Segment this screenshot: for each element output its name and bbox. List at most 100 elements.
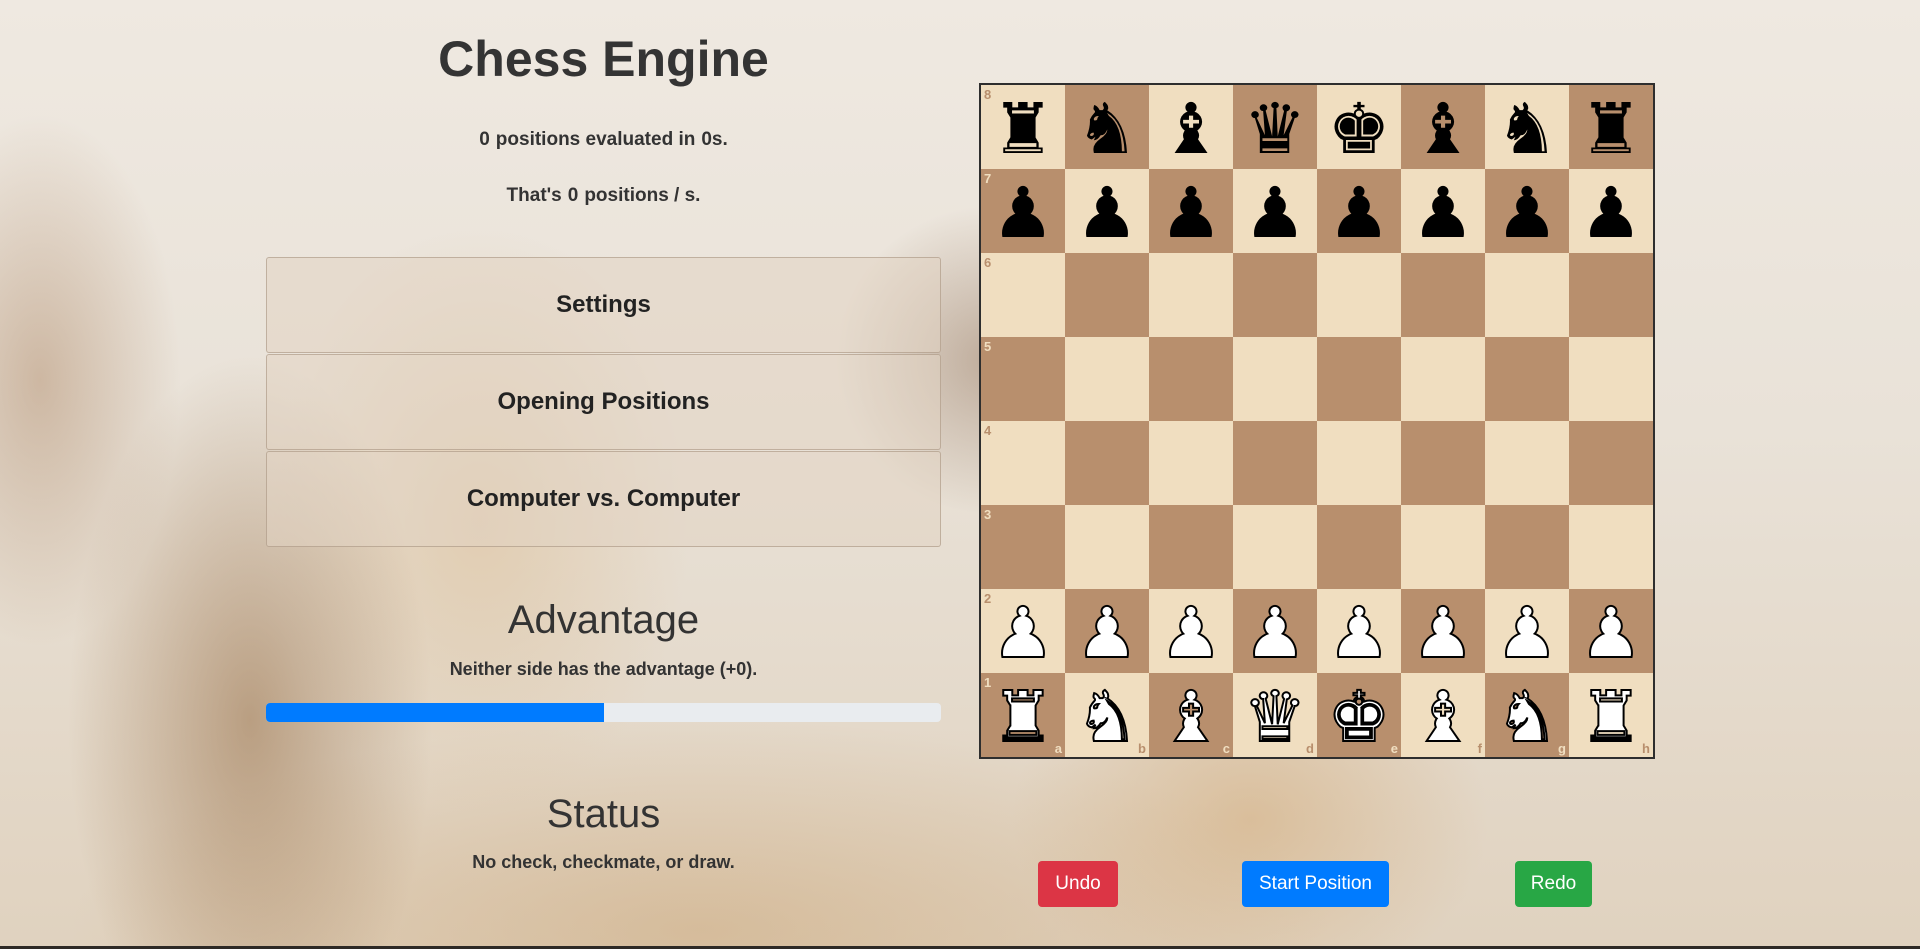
square-e6[interactable] [1317,253,1401,337]
white-pawn-piece[interactable]: ♟ [1411,597,1476,669]
square-h2[interactable]: ♟ [1569,589,1653,673]
square-f1[interactable]: f ♝ [1401,673,1485,757]
black-pawn-piece[interactable]: ♟ [1496,178,1559,248]
white-rook-piece[interactable]: ♜ [1579,681,1644,753]
computer-vs-computer-accordion-header[interactable]: Computer vs. Computer [266,451,941,547]
white-pawn-piece[interactable]: ♟ [991,597,1056,669]
square-h1[interactable]: h ♜ [1569,673,1653,757]
square-h7[interactable]: ♟ [1569,169,1653,253]
black-knight-piece[interactable]: ♞ [1076,94,1139,164]
white-pawn-piece[interactable]: ♟ [1495,597,1560,669]
square-g6[interactable] [1485,253,1569,337]
square-e2[interactable]: ♟ [1317,589,1401,673]
redo-button[interactable]: Redo [1515,861,1592,907]
square-c3[interactable] [1149,505,1233,589]
square-g2[interactable]: ♟ [1485,589,1569,673]
square-c4[interactable] [1149,421,1233,505]
black-queen-piece[interactable]: ♛ [1244,94,1307,164]
square-g8[interactable]: ♞ [1485,85,1569,169]
black-rook-piece[interactable]: ♜ [992,94,1055,164]
white-bishop-piece[interactable]: ♝ [1159,681,1224,753]
square-a6[interactable]: 6 [981,253,1065,337]
square-a3[interactable]: 3 [981,505,1065,589]
square-c2[interactable]: ♟ [1149,589,1233,673]
square-f6[interactable] [1401,253,1485,337]
square-d2[interactable]: ♟ [1233,589,1317,673]
black-bishop-piece[interactable]: ♝ [1160,94,1223,164]
white-bishop-piece[interactable]: ♝ [1411,681,1476,753]
white-knight-piece[interactable]: ♞ [1075,681,1140,753]
square-a1[interactable]: 1 a ♜ [981,673,1065,757]
black-pawn-piece[interactable]: ♟ [992,178,1055,248]
square-e7[interactable]: ♟ [1317,169,1401,253]
square-a2[interactable]: 2 ♟ [981,589,1065,673]
square-b2[interactable]: ♟ [1065,589,1149,673]
white-knight-piece[interactable]: ♞ [1495,681,1560,753]
white-pawn-piece[interactable]: ♟ [1075,597,1140,669]
square-h3[interactable] [1569,505,1653,589]
black-pawn-piece[interactable]: ♟ [1412,178,1475,248]
black-king-piece[interactable]: ♚ [1328,94,1391,164]
black-pawn-piece[interactable]: ♟ [1580,178,1643,248]
square-b5[interactable] [1065,337,1149,421]
square-b3[interactable] [1065,505,1149,589]
settings-accordion-header[interactable]: Settings [266,257,941,353]
square-b6[interactable] [1065,253,1149,337]
black-pawn-piece[interactable]: ♟ [1160,178,1223,248]
square-a8[interactable]: 8 ♜ [981,85,1065,169]
square-a7[interactable]: 7 ♟ [981,169,1065,253]
square-h5[interactable] [1569,337,1653,421]
square-d8[interactable]: ♛ [1233,85,1317,169]
square-e3[interactable] [1317,505,1401,589]
white-rook-piece[interactable]: ♜ [991,681,1056,753]
square-g4[interactable] [1485,421,1569,505]
square-c6[interactable] [1149,253,1233,337]
start-position-button[interactable]: Start Position [1242,861,1389,907]
black-pawn-piece[interactable]: ♟ [1244,178,1307,248]
opening-positions-accordion-header[interactable]: Opening Positions [266,354,941,450]
square-c7[interactable]: ♟ [1149,169,1233,253]
square-f2[interactable]: ♟ [1401,589,1485,673]
white-pawn-piece[interactable]: ♟ [1327,597,1392,669]
black-pawn-piece[interactable]: ♟ [1076,178,1139,248]
black-pawn-piece[interactable]: ♟ [1328,178,1391,248]
square-f4[interactable] [1401,421,1485,505]
black-knight-piece[interactable]: ♞ [1496,94,1559,164]
square-g7[interactable]: ♟ [1485,169,1569,253]
square-d3[interactable] [1233,505,1317,589]
square-f5[interactable] [1401,337,1485,421]
square-g1[interactable]: g ♞ [1485,673,1569,757]
white-king-piece[interactable]: ♚ [1327,681,1392,753]
square-e1[interactable]: e ♚ [1317,673,1401,757]
square-f8[interactable]: ♝ [1401,85,1485,169]
square-a5[interactable]: 5 [981,337,1065,421]
square-d1[interactable]: d ♛ [1233,673,1317,757]
white-pawn-piece[interactable]: ♟ [1159,597,1224,669]
white-pawn-piece[interactable]: ♟ [1243,597,1308,669]
black-bishop-piece[interactable]: ♝ [1412,94,1475,164]
square-e8[interactable]: ♚ [1317,85,1401,169]
square-e5[interactable] [1317,337,1401,421]
square-h4[interactable] [1569,421,1653,505]
square-f7[interactable]: ♟ [1401,169,1485,253]
square-b4[interactable] [1065,421,1149,505]
square-c1[interactable]: c ♝ [1149,673,1233,757]
square-b8[interactable]: ♞ [1065,85,1149,169]
square-g3[interactable] [1485,505,1569,589]
square-a4[interactable]: 4 [981,421,1065,505]
square-h8[interactable]: ♜ [1569,85,1653,169]
square-d4[interactable] [1233,421,1317,505]
chessboard[interactable]: 8 ♜ ♞ ♝ ♛ ♚ ♝ ♞ ♜ 7 ♟ ♟ ♟ ♟ ♟ ♟ ♟ ♟ 6 5 4 3 2 ♟ ♟ ♟ ♟ ♟ ♟ ♟ ♟ 1 a ♜ b ♞ c ♝ d ♛… [979,83,1655,759]
square-d5[interactable] [1233,337,1317,421]
square-f3[interactable] [1401,505,1485,589]
square-b7[interactable]: ♟ [1065,169,1149,253]
square-c8[interactable]: ♝ [1149,85,1233,169]
white-queen-piece[interactable]: ♛ [1243,681,1308,753]
square-b1[interactable]: b ♞ [1065,673,1149,757]
square-d7[interactable]: ♟ [1233,169,1317,253]
black-rook-piece[interactable]: ♜ [1580,94,1643,164]
square-g5[interactable] [1485,337,1569,421]
square-d6[interactable] [1233,253,1317,337]
square-h6[interactable] [1569,253,1653,337]
square-e4[interactable] [1317,421,1401,505]
